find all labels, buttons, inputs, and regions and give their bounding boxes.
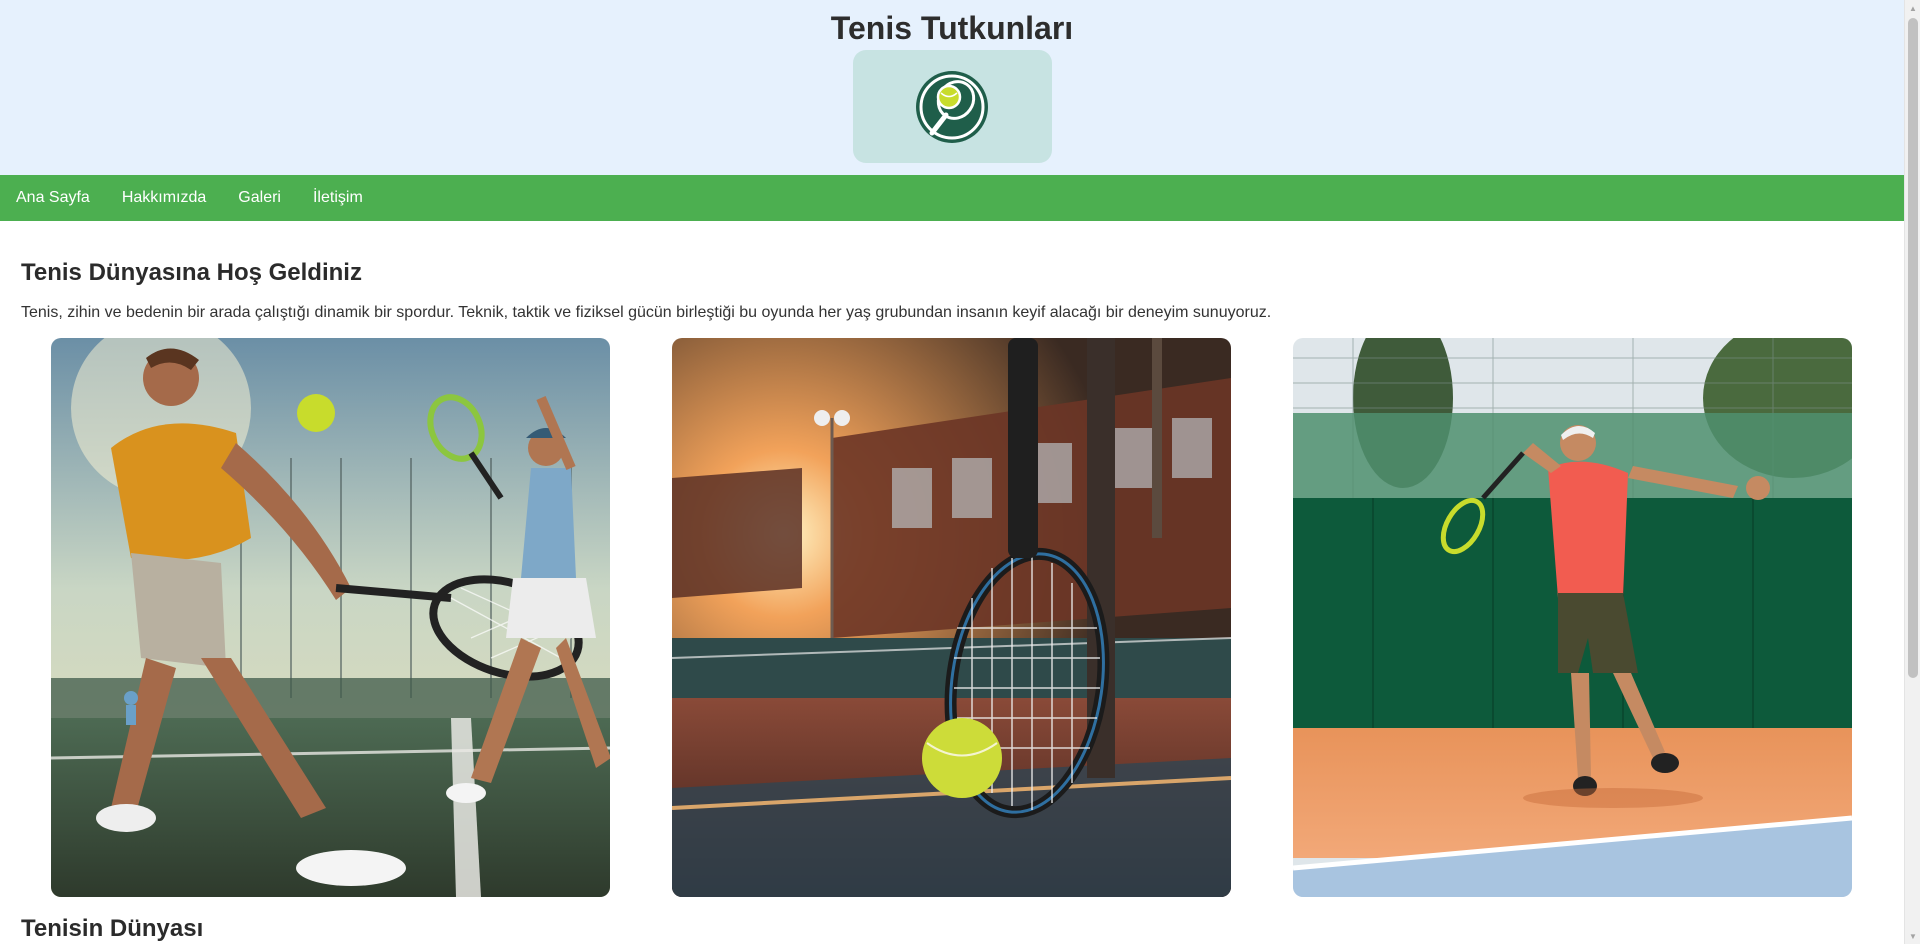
section-heading-tennis-world: Tenisin Dünyası [21, 915, 204, 942]
main-content: Tenis Dünyasına Hoş Geldiniz Tenis, zihi… [0, 259, 1904, 943]
player-serving-on-clay-photo [1293, 338, 1852, 897]
racket-and-ball-on-court-photo [672, 338, 1231, 897]
nav-gallery-link[interactable]: Galeri [238, 175, 281, 221]
main-nav: Ana Sayfa Hakkımızda Galeri İletişim [0, 175, 1904, 221]
logo-container [852, 50, 1052, 163]
site-title: Tenis Tutkunları [830, 10, 1074, 46]
nav-home-link[interactable]: Ana Sayfa [16, 175, 90, 221]
photo-gallery [21, 338, 1883, 897]
mixed-doubles-players-photo [51, 338, 610, 897]
nav-contact-link[interactable]: İletişim [313, 175, 363, 221]
scroll-down-arrow-icon[interactable]: ▼ [1905, 928, 1920, 944]
welcome-heading: Tenis Dünyasına Hoş Geldiniz [21, 259, 362, 286]
nav-about-link[interactable]: Hakkımızda [122, 175, 206, 221]
page: Tenis Tutkunları Ana Sayfa Hakkımızda Ga… [0, 0, 1904, 943]
scrollbar-thumb[interactable] [1908, 18, 1918, 678]
browser-viewport: Tenis Tutkunları Ana Sayfa Hakkımızda Ga… [0, 0, 1920, 944]
scroll-up-arrow-icon[interactable]: ▲ [1905, 0, 1920, 16]
vertical-scrollbar[interactable]: ▲ ▼ [1904, 0, 1920, 944]
site-header: Tenis Tutkunları [0, 0, 1904, 175]
tennis-racket-ball-logo-icon [916, 70, 988, 143]
intro-paragraph: Tenis, zihin ve bedenin bir arada çalışt… [21, 304, 1272, 321]
